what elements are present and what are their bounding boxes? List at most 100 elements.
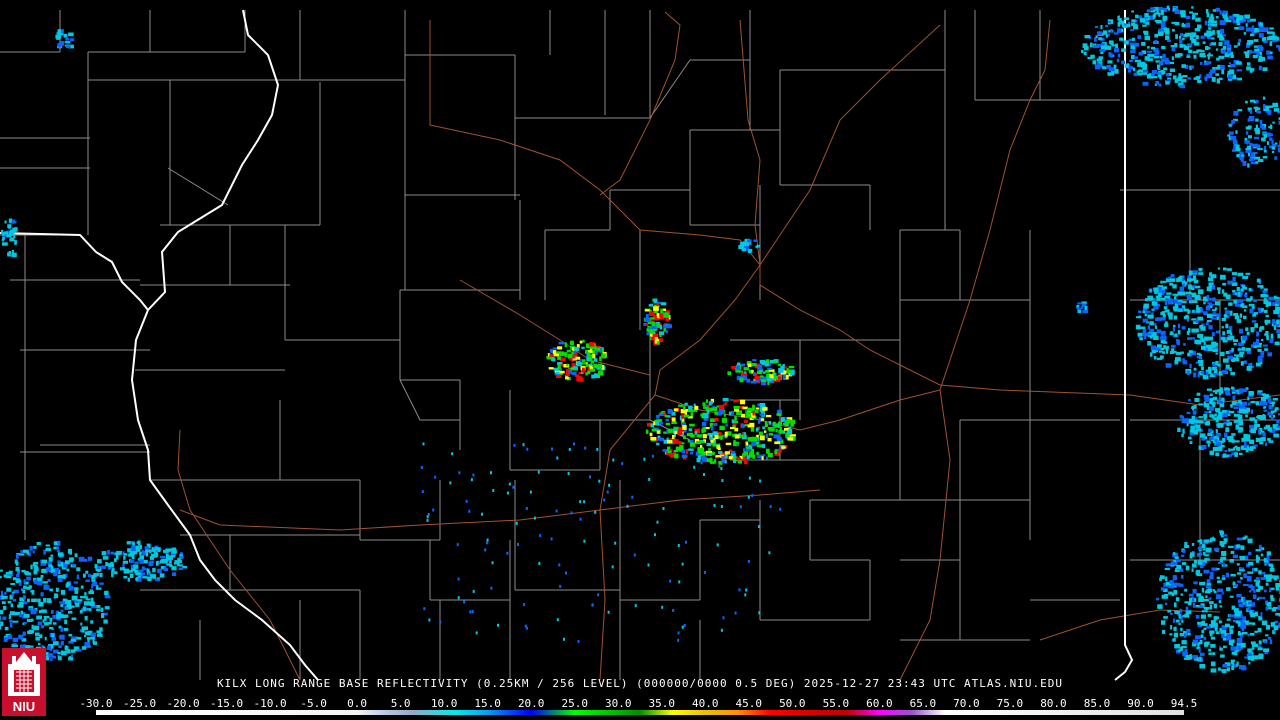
echo-cell — [712, 444, 717, 447]
echo-cell — [57, 560, 61, 565]
echo-cell — [1181, 640, 1187, 645]
echo-cell — [674, 453, 679, 459]
echo-cell — [773, 424, 778, 428]
echo-cell — [7, 635, 13, 639]
colorbar-label: 45.0 — [735, 697, 763, 710]
echo-cell — [756, 444, 759, 448]
echo-cell — [651, 321, 655, 325]
echo-cell — [1202, 41, 1206, 44]
echo-cell — [709, 422, 714, 426]
echo-cell — [1207, 298, 1213, 301]
echo-cell — [1165, 576, 1168, 582]
echo-cell — [1205, 547, 1212, 553]
echo-cell — [1200, 35, 1205, 39]
echo-cell — [1198, 363, 1202, 367]
echo-cell — [1257, 647, 1263, 651]
echo-cell — [1137, 62, 1143, 67]
echo-cell — [1238, 388, 1244, 391]
echo-cell — [111, 572, 114, 578]
echo-cell — [762, 371, 766, 374]
echo-cell — [1227, 280, 1233, 285]
echo-cell — [1095, 25, 1099, 28]
echo-cell — [136, 541, 139, 544]
echo-cell — [782, 364, 785, 369]
echo-cell — [39, 634, 43, 639]
echo-cell — [673, 408, 679, 412]
echo-cell — [1102, 66, 1107, 70]
echo-cell — [7, 224, 12, 229]
echo-cell — [1255, 577, 1260, 581]
echo-cell — [644, 309, 650, 312]
echo-cell — [1215, 7, 1220, 12]
echo-cell — [707, 432, 713, 436]
echo-cell — [714, 459, 717, 463]
echo-cell — [785, 435, 790, 438]
echo-cell — [30, 609, 37, 615]
echo-cell — [1209, 414, 1214, 418]
echo-cell — [1201, 543, 1206, 549]
echo-cell — [663, 312, 670, 318]
echo-cell — [1231, 149, 1236, 152]
echo-cell — [743, 371, 747, 374]
echo-cell — [1177, 330, 1181, 335]
echo-cell — [1265, 634, 1269, 637]
echo-cell — [1121, 60, 1126, 65]
echo-cell — [1204, 411, 1209, 414]
echo-cell — [1235, 61, 1242, 65]
echo-cell — [1199, 639, 1203, 645]
echo-cell — [1267, 636, 1272, 640]
echo-cell — [718, 432, 723, 436]
echo-cell — [1177, 301, 1182, 305]
echo-cell — [1186, 43, 1193, 47]
echo-cell — [1248, 622, 1254, 625]
echo-cell — [1203, 598, 1209, 602]
echo-cell — [727, 371, 732, 376]
echo-cell — [51, 610, 54, 614]
echo-cell — [1259, 400, 1264, 406]
echo-cell — [725, 424, 728, 427]
echo-cell — [1226, 634, 1231, 639]
echo-cell — [1105, 34, 1108, 38]
echo-cell — [656, 415, 659, 419]
echo-cell — [1213, 590, 1217, 594]
echo-cell — [659, 334, 662, 337]
echo-cell — [731, 366, 736, 369]
echo-cell — [85, 579, 90, 582]
colorbar-label: 50.0 — [779, 697, 806, 710]
echo-cell — [1195, 424, 1200, 429]
echo-cell — [1250, 152, 1255, 158]
echo-cell — [1230, 573, 1236, 577]
echo-cell — [1198, 49, 1202, 52]
echo-cell — [48, 653, 54, 658]
echo-cell — [1169, 68, 1175, 72]
echo-cell — [675, 446, 681, 451]
echo-cell — [36, 542, 41, 546]
echo-cell — [1225, 364, 1230, 369]
echo-cell — [1180, 351, 1184, 354]
echo-cell — [654, 533, 656, 537]
echo-cell — [1176, 564, 1181, 569]
echo-cell — [740, 413, 746, 418]
echo-cell — [1198, 403, 1203, 406]
echo-cell — [724, 451, 730, 455]
echo-cell — [682, 425, 687, 430]
echo-cell — [1138, 310, 1142, 313]
echo-cell — [1233, 300, 1238, 304]
echo-cell — [655, 324, 660, 327]
echo-cell — [1087, 56, 1093, 60]
echo-cell — [1160, 317, 1166, 321]
echo-cell — [1157, 292, 1162, 298]
echo-cell — [575, 356, 581, 360]
echo-cell — [7, 252, 10, 255]
echo-cell — [1253, 643, 1259, 647]
echo-cell — [1189, 11, 1193, 14]
echo-cell — [1182, 283, 1185, 288]
echo-cell — [581, 359, 586, 363]
echo-cell — [751, 363, 757, 367]
echo-cell — [1258, 47, 1263, 52]
echo-cell — [1267, 397, 1271, 402]
echo-cell — [1188, 270, 1193, 276]
echo-cell — [5, 575, 12, 579]
echo-cell — [1195, 398, 1198, 402]
echo-cell — [1149, 352, 1153, 357]
